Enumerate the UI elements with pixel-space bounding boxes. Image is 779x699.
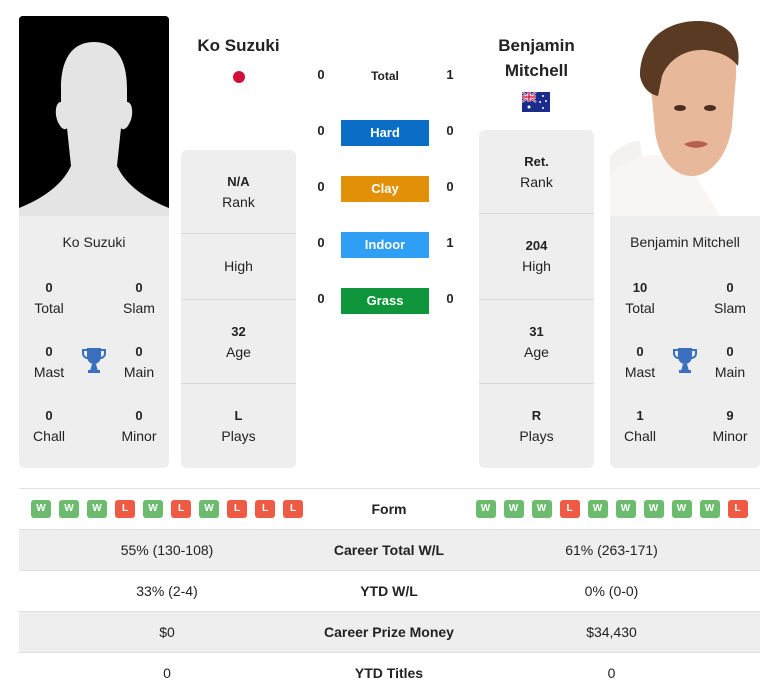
australia-flag-icon — [522, 92, 550, 112]
form-badge-win[interactable]: W — [87, 500, 107, 518]
surface-badge-grass[interactable]: Grass — [341, 288, 429, 314]
player2-titles-card: Benjamin Mitchell 10 Total 0 Slam 0 Mast 0M… — [610, 216, 760, 468]
surface-badge-clay[interactable]: Clay — [341, 176, 429, 202]
h2h-p2-indoor: 1 — [446, 235, 454, 250]
form-badge-win[interactable]: W — [671, 500, 692, 518]
h2h-total-label: Total — [371, 69, 399, 83]
player2-slam-titles: 0 Slam — [714, 280, 746, 316]
form-badge-win[interactable]: W — [503, 500, 524, 518]
form-badge-loss[interactable]: L — [255, 500, 275, 518]
h2h-p1-grass: 0 — [317, 291, 325, 306]
player2-value: $34,430 — [586, 624, 637, 640]
form-badge-win[interactable]: W — [699, 500, 720, 518]
player1-form: WWWLWLWLLL — [19, 500, 315, 518]
comparison-table: WWWLWLWLLL Form WWWLWWWWWL 55% (130-108)… — [19, 488, 760, 693]
h2h-p1-hard: 0 — [317, 123, 325, 138]
player1-plays: L Plays — [221, 408, 256, 444]
form-badge-win[interactable]: W — [615, 500, 636, 518]
stat-row-career-total-w-l: 55% (130-108) Career Total W/L 61% (263-17… — [19, 529, 760, 570]
player2-main-titles: 0 Main — [714, 344, 746, 380]
form-badge-win[interactable]: W — [143, 500, 163, 518]
form-badge-loss[interactable]: L — [171, 500, 191, 518]
player2-mast-titles: 0 Mast — [624, 344, 656, 380]
player1-high: High — [181, 234, 296, 300]
form-badge-win[interactable]: W — [643, 500, 664, 518]
h2h-p2-clay: 0 — [446, 179, 454, 194]
stat-label: YTD Titles — [354, 665, 424, 681]
form-label: Form — [371, 501, 407, 517]
player2-minor-titles: 9 Minor — [712, 408, 748, 444]
trophy-icon — [673, 348, 697, 373]
player2-value: 0% (0-0) — [584, 583, 639, 599]
player2-name-line1: Benjamin — [498, 36, 575, 55]
player-headshot-icon — [610, 21, 739, 216]
form-badge-loss[interactable]: L — [227, 500, 247, 518]
form-badge-loss[interactable]: L — [115, 500, 135, 518]
player2-card-name: Benjamin Mitchell — [630, 234, 740, 250]
player1-name[interactable]: Ko Suzuki — [181, 33, 296, 58]
stat-label: Career Prize Money — [324, 624, 454, 640]
player1-value: $0 — [159, 624, 175, 640]
player2-age: 31 Age — [479, 300, 594, 384]
h2h-p1-clay: 0 — [317, 179, 325, 194]
player1-slam-titles: 0 Slam — [123, 280, 155, 316]
player1-total-titles: 0 Total — [34, 280, 64, 316]
form-badge-win[interactable]: W — [475, 500, 496, 518]
player2-plays: R Plays — [519, 408, 554, 444]
player2-name-line2: Mitchell — [504, 61, 569, 80]
player2-rank: Ret. Rank — [479, 130, 594, 214]
h2h-p2-total: 1 — [446, 67, 454, 82]
player2-form: WWWLWWWWWL — [463, 500, 760, 518]
h2h-p1-total: 0 — [317, 67, 325, 82]
surface-badge-hard[interactable]: Hard — [341, 120, 429, 146]
stat-label: Career Total W/L — [333, 542, 445, 558]
player2-photo — [610, 16, 760, 216]
form-badge-win[interactable]: W — [587, 500, 608, 518]
surface-badge-indoor[interactable]: Indoor — [341, 232, 429, 258]
player2-name[interactable]: Benjamin Mitchell — [479, 33, 594, 83]
form-row: WWWLWLWLLL Form WWWLWWWWWL — [19, 488, 760, 529]
form-badge-loss[interactable]: L — [559, 500, 580, 518]
stat-row-ytd-titles: 0 YTD Titles 0 — [19, 652, 760, 693]
player1-photo — [19, 16, 169, 216]
japan-flag-icon — [233, 71, 245, 83]
player1-rank: N/A Rank — [181, 150, 296, 234]
form-badge-win[interactable]: W — [199, 500, 219, 518]
form-badge-loss[interactable]: L — [283, 500, 303, 518]
player1-value: 0 — [163, 665, 171, 681]
silhouette-icon — [19, 16, 169, 216]
player2-high: 204 High — [479, 214, 594, 300]
player1-value: 33% (2-4) — [136, 583, 198, 599]
form-badge-win[interactable]: W — [31, 500, 51, 518]
player2-value: 61% (263-171) — [565, 542, 658, 558]
h2h-p2-grass: 0 — [446, 291, 454, 306]
player1-value: 55% (130-108) — [120, 542, 214, 558]
player1-info-card: N/A Rank High 32 Age L Plays — [181, 150, 296, 468]
player2-total-titles: 10 Total — [625, 280, 655, 316]
stat-label: YTD W/L — [360, 583, 418, 599]
player2-chall-titles: 1 Chall — [624, 408, 656, 444]
player2-info-card: Ret. Rank 204 High 31 Age R Plays — [479, 130, 594, 468]
player1-chall-titles: 0 Chall — [33, 408, 65, 444]
player2-value: 0 — [607, 665, 616, 681]
form-badge-loss[interactable]: L — [727, 500, 748, 518]
player1-card-name: Ko Suzuki — [62, 234, 126, 250]
player1-minor-titles: 0 Minor — [121, 408, 157, 444]
player1-age: 32 Age — [181, 300, 296, 384]
trophy-icon — [82, 348, 106, 373]
form-badge-win[interactable]: W — [59, 500, 79, 518]
h2h-p2-hard: 0 — [446, 123, 454, 138]
stat-row-career-prize-money: $0 Career Prize Money $34,430 — [19, 611, 760, 652]
stat-row-ytd-w-l: 33% (2-4) YTD W/L 0% (0-0) — [19, 570, 760, 611]
player1-main-titles: 0 Main — [123, 344, 155, 380]
player1-mast-titles: 0 Mast — [33, 344, 65, 380]
form-badge-win[interactable]: W — [531, 500, 552, 518]
player1-titles-card: Ko Suzuki 0 Total 0 Slam 0 Mast 0 Main 0 Chal… — [19, 216, 169, 468]
h2h-p1-indoor: 0 — [317, 235, 325, 250]
